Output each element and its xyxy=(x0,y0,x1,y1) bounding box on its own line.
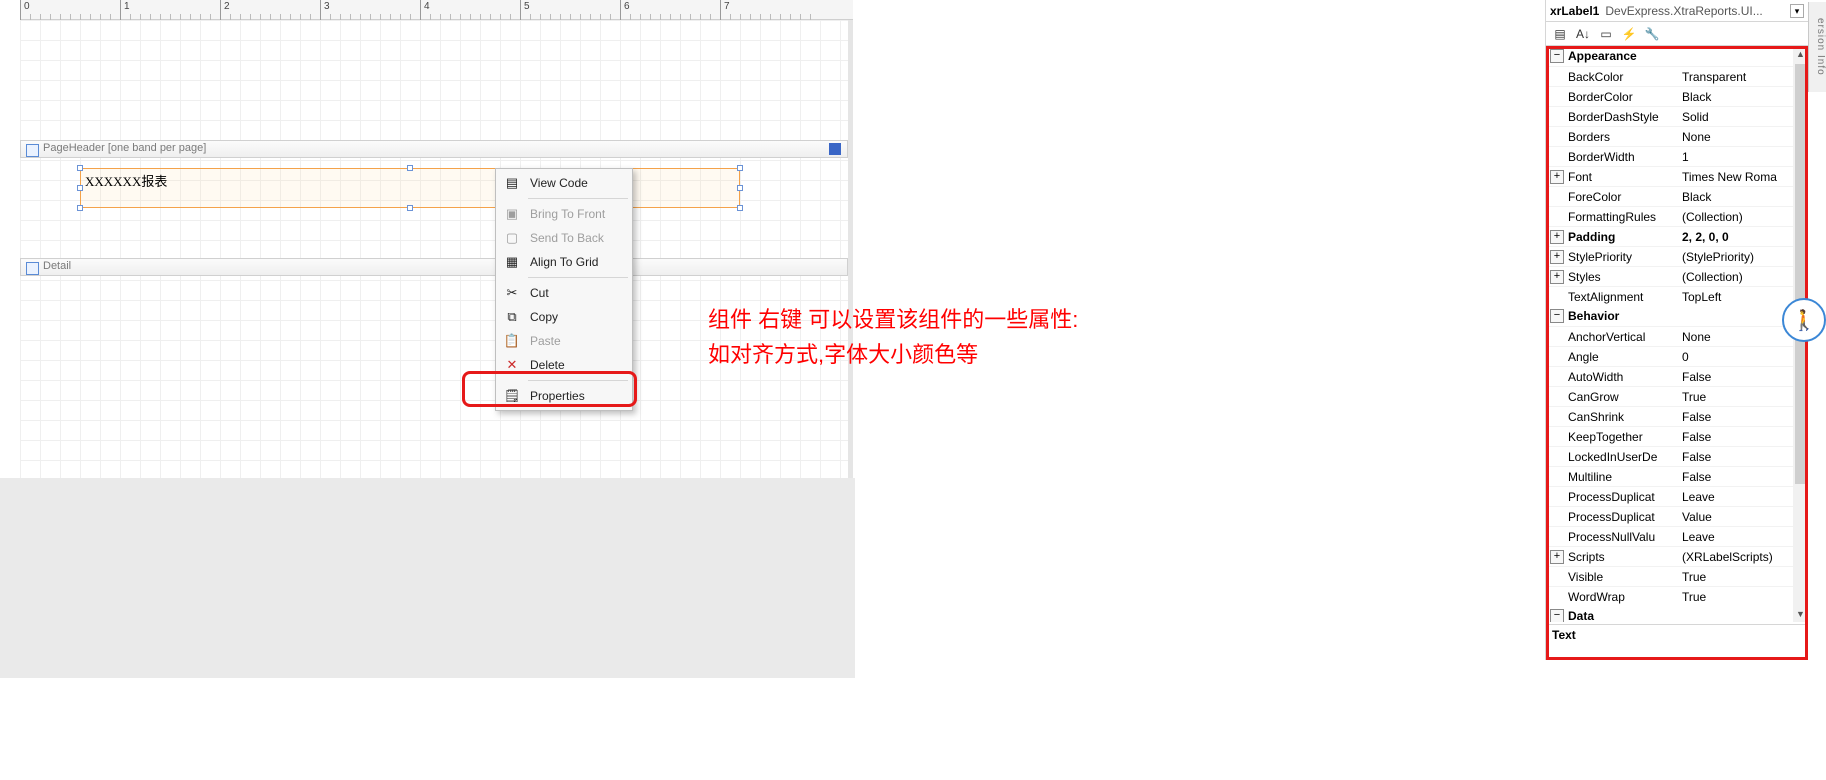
property-description-label: Text xyxy=(1552,628,1802,642)
category-behavior[interactable]: − Behavior xyxy=(1546,306,1808,326)
alphabetical-icon[interactable]: A↓ xyxy=(1573,24,1593,44)
prop-processduplicates1[interactable]: ProcessDuplicatLeave xyxy=(1546,486,1808,506)
menu-copy[interactable]: ⧉ Copy xyxy=(498,305,630,329)
annotation-text: 组件 右键 可以设置该组件的一些属性: 如对齐方式,字体大小颜色等 xyxy=(708,302,1188,372)
xrlabel-text: XXXXXX报表 xyxy=(85,174,167,189)
annotation-highlight-box xyxy=(462,371,637,407)
categorized-icon[interactable]: ▤ xyxy=(1550,24,1570,44)
prop-visible[interactable]: VisibleTrue xyxy=(1546,566,1808,586)
prop-borderdashstyle[interactable]: BorderDashStyleSolid xyxy=(1546,106,1808,126)
prop-multiline[interactable]: MultilineFalse xyxy=(1546,466,1808,486)
menu-cut[interactable]: ✂ Cut xyxy=(498,281,630,305)
collapse-icon[interactable]: − xyxy=(1550,49,1564,63)
prop-bordercolor[interactable]: BorderColorBlack xyxy=(1546,86,1808,106)
copy-icon: ⧉ xyxy=(502,307,522,327)
menu-view-code[interactable]: ▤ View Code xyxy=(498,171,630,195)
expand-icon[interactable]: + xyxy=(1550,170,1564,184)
band-page-header[interactable]: PageHeader [one band per page] xyxy=(20,140,848,158)
expand-icon[interactable]: + xyxy=(1550,230,1564,244)
prop-processnullvalues[interactable]: ProcessNullValuLeave xyxy=(1546,526,1808,546)
sendback-icon: ▢ xyxy=(502,228,522,248)
resize-handle[interactable] xyxy=(737,165,743,171)
lightning-icon[interactable]: ⚡ xyxy=(1619,24,1639,44)
resize-handle[interactable] xyxy=(77,185,83,191)
prop-lockedinuserdesigner[interactable]: LockedInUserDeFalse xyxy=(1546,446,1808,466)
cut-icon: ✂ xyxy=(502,283,522,303)
property-object-name: xrLabel1 xyxy=(1550,4,1599,18)
report-page[interactable]: PageHeader [one band per page] XXXXXX报表 … xyxy=(20,20,853,478)
resize-handle[interactable] xyxy=(407,165,413,171)
menu-paste[interactable]: 📋 Paste xyxy=(498,329,630,353)
aligngrid-icon: ▦ xyxy=(502,252,522,272)
collapse-icon[interactable]: − xyxy=(1550,609,1564,622)
expand-icon[interactable]: + xyxy=(1550,250,1564,264)
band-header-label: Detail xyxy=(43,260,71,272)
scroll-up-icon[interactable]: ▲ xyxy=(1793,46,1808,62)
scroll-down-icon[interactable]: ▼ xyxy=(1793,606,1808,622)
property-grid[interactable]: − Appearance BackColorTransparent Border… xyxy=(1546,46,1808,622)
prop-processduplicates2[interactable]: ProcessDuplicatValue xyxy=(1546,506,1808,526)
prop-backcolor[interactable]: BackColorTransparent xyxy=(1546,66,1808,86)
designer-surface: 01234567 PageHeader [one band per page] … xyxy=(0,0,855,480)
band-header-label: PageHeader [one band per page] xyxy=(43,142,206,154)
prop-padding[interactable]: +Padding2, 2, 0, 0 xyxy=(1546,226,1808,246)
resize-handle[interactable] xyxy=(77,205,83,211)
resize-handle[interactable] xyxy=(737,185,743,191)
prop-textalignment[interactable]: TextAlignmentTopLeft xyxy=(1546,286,1808,306)
resize-handle[interactable] xyxy=(407,205,413,211)
bringfront-icon: ▣ xyxy=(502,204,522,224)
horizontal-ruler: 01234567 xyxy=(20,0,853,20)
prop-borderwidth[interactable]: BorderWidth1 xyxy=(1546,146,1808,166)
pages-icon[interactable]: ▭ xyxy=(1596,24,1616,44)
paste-icon: 📋 xyxy=(502,331,522,351)
prop-forecolor[interactable]: ForeColorBlack xyxy=(1546,186,1808,206)
scroll-thumb[interactable] xyxy=(1795,64,1806,484)
property-object-type: DevExpress.XtraReports.UI... xyxy=(1605,4,1790,18)
band-detail[interactable]: Detail xyxy=(20,258,848,276)
prop-scripts[interactable]: +Scripts(XRLabelScripts) xyxy=(1546,546,1808,566)
prop-font[interactable]: +FontTimes New Roma xyxy=(1546,166,1808,186)
property-description: Text xyxy=(1546,624,1808,660)
band-page-header-body[interactable]: XXXXXX报表 xyxy=(20,158,848,258)
side-tab-version-info[interactable]: ersion Info xyxy=(1808,2,1826,92)
prop-angle[interactable]: Angle0 xyxy=(1546,346,1808,366)
prop-cangrow[interactable]: CanGrowTrue xyxy=(1546,386,1808,406)
property-panel: xrLabel1 DevExpress.XtraReports.UI... ▾ … xyxy=(1545,0,1808,660)
resize-handle[interactable] xyxy=(737,205,743,211)
expand-icon[interactable]: + xyxy=(1550,550,1564,564)
wrench-icon[interactable]: 🔧 xyxy=(1642,24,1662,44)
band-smarttag-icon[interactable] xyxy=(829,143,841,155)
prop-stylepriority[interactable]: +StylePriority(StylePriority) xyxy=(1546,246,1808,266)
category-data[interactable]: − Data xyxy=(1546,606,1808,622)
prop-borders[interactable]: BordersNone xyxy=(1546,126,1808,146)
resize-handle[interactable] xyxy=(77,165,83,171)
viewcode-icon: ▤ xyxy=(502,173,522,193)
chevron-down-icon[interactable]: ▾ xyxy=(1790,4,1804,18)
designer-margin-area xyxy=(0,478,855,678)
prop-anchorvertical[interactable]: AnchorVerticalNone xyxy=(1546,326,1808,346)
expand-icon[interactable]: + xyxy=(1550,270,1564,284)
menu-align-grid[interactable]: ▦ Align To Grid xyxy=(498,250,630,274)
prop-canshrink[interactable]: CanShrinkFalse xyxy=(1546,406,1808,426)
xrlabel-selected[interactable]: XXXXXX报表 xyxy=(80,168,740,208)
prop-wordwrap[interactable]: WordWrapTrue xyxy=(1546,586,1808,606)
property-grid-scroll[interactable]: − Appearance BackColorTransparent Border… xyxy=(1546,46,1808,622)
prop-autowidth[interactable]: AutoWidthFalse xyxy=(1546,366,1808,386)
property-toolbar: ▤ A↓ ▭ ⚡ 🔧 xyxy=(1546,22,1808,46)
prop-styles[interactable]: +Styles(Collection) xyxy=(1546,266,1808,286)
prop-formattingrules[interactable]: FormattingRules(Collection) xyxy=(1546,206,1808,226)
prop-keeptogether[interactable]: KeepTogetherFalse xyxy=(1546,426,1808,446)
collapse-icon[interactable]: − xyxy=(1550,309,1564,323)
menu-bring-front[interactable]: ▣ Bring To Front xyxy=(498,202,630,226)
menu-send-back[interactable]: ▢ Send To Back xyxy=(498,226,630,250)
category-appearance[interactable]: − Appearance xyxy=(1546,46,1808,66)
avatar[interactable]: 🚶 xyxy=(1782,298,1826,342)
property-header[interactable]: xrLabel1 DevExpress.XtraReports.UI... ▾ xyxy=(1546,0,1808,22)
